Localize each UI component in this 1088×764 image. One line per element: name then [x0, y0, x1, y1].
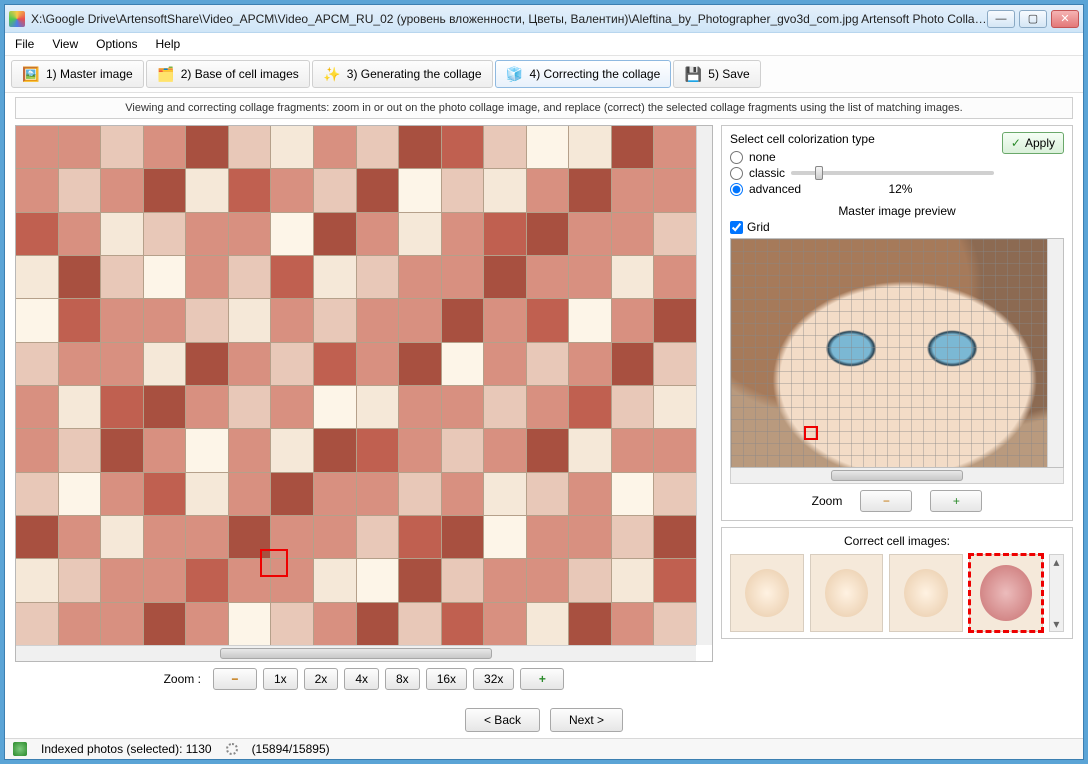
candidate-thumb-selected[interactable]	[969, 554, 1043, 632]
zoom-2x-button[interactable]: 2x	[304, 668, 339, 690]
colorization-panel: Select cell colorization type none class…	[721, 125, 1073, 521]
status-bar: Indexed photos (selected): 1130 (15894/1…	[5, 738, 1083, 759]
correct-cells-panel: Correct cell images: ▴▾	[721, 527, 1073, 639]
check-icon: ✓	[1011, 136, 1021, 150]
candidate-thumb[interactable]	[889, 554, 963, 632]
zoom-8x-button[interactable]: 8x	[385, 668, 420, 690]
next-button[interactable]: Next >	[550, 708, 623, 732]
status-indexed: Indexed photos (selected): 1130	[41, 742, 212, 756]
menubar: File View Options Help	[5, 33, 1083, 56]
zoom-out-button[interactable]: −	[213, 668, 257, 690]
workspace: Zoom : − 1x 2x 4x 8x 16x 32x + Select ce…	[5, 121, 1083, 698]
step-save[interactable]: 💾5) Save	[673, 60, 760, 88]
collage-panel: Zoom : − 1x 2x 4x 8x 16x 32x +	[15, 125, 713, 692]
zoom-in-button[interactable]: +	[520, 668, 564, 690]
minimize-button[interactable]: —	[987, 10, 1015, 28]
collage-image	[16, 126, 696, 645]
step-generate[interactable]: ✨3) Generating the collage	[312, 60, 493, 88]
zoom-1x-button[interactable]: 1x	[263, 668, 298, 690]
correct-title: Correct cell images:	[730, 534, 1064, 548]
app-window: X:\Google Drive\ArtensoftShare\Video_APC…	[4, 4, 1084, 760]
preview-zoom-in-button[interactable]: +	[930, 490, 982, 512]
preview-title: Master image preview	[730, 204, 1064, 218]
slider-thumb[interactable]	[815, 166, 823, 180]
info-bar: Viewing and correcting collage fragments…	[15, 97, 1073, 119]
preview-area: Master image preview Grid Zoom − +	[730, 204, 1064, 514]
preview-zoom-controls: Zoom − +	[730, 484, 1064, 514]
radio-none-label: none	[749, 150, 776, 164]
menu-file[interactable]: File	[15, 37, 34, 51]
step-correct[interactable]: 🧊4) Correcting the collage	[495, 60, 672, 88]
zoom-16x-button[interactable]: 16x	[426, 668, 467, 690]
radio-classic[interactable]	[730, 167, 743, 180]
menu-help[interactable]: Help	[156, 37, 181, 51]
collage-zoom-controls: Zoom : − 1x 2x 4x 8x 16x 32x +	[15, 662, 713, 692]
preview-grid-overlay	[731, 239, 1047, 467]
close-button[interactable]: ✕	[1051, 10, 1079, 28]
image-icon: 🖼️	[22, 65, 40, 83]
wizard-nav: < Back Next >	[5, 698, 1083, 738]
collage-scrollbar-horizontal[interactable]	[16, 645, 696, 661]
zoom-4x-button[interactable]: 4x	[344, 668, 379, 690]
preview-zoom-out-button[interactable]: −	[860, 490, 912, 512]
selected-cell-marker	[260, 549, 288, 577]
colorization-slider[interactable]	[791, 171, 994, 175]
preview-scrollbar-vertical[interactable]	[1047, 239, 1063, 467]
add-images-icon: 🗂️	[157, 65, 175, 83]
radio-advanced-label: advanced	[749, 182, 801, 196]
step-master-image[interactable]: 🖼️1) Master image	[11, 60, 144, 88]
grid-checkbox[interactable]	[730, 221, 743, 234]
status-icon	[13, 742, 27, 756]
maximize-button[interactable]: ▢	[1019, 10, 1047, 28]
radio-advanced[interactable]	[730, 183, 743, 196]
status-progress: (15894/15895)	[252, 742, 330, 756]
collage-viewport[interactable]	[15, 125, 713, 662]
colorization-title: Select cell colorization type	[730, 132, 994, 146]
wand-icon: ✨	[323, 65, 341, 83]
collage-scrollbar-vertical[interactable]	[696, 126, 712, 645]
save-icon: 💾	[684, 65, 702, 83]
preview-scrollbar-horizontal[interactable]	[730, 468, 1064, 484]
preview-zoom-label: Zoom	[812, 494, 843, 508]
candidate-thumb[interactable]	[810, 554, 884, 632]
candidate-thumb[interactable]	[730, 554, 804, 632]
scroll-thumb[interactable]	[220, 648, 492, 659]
zoom-label: Zoom :	[164, 672, 201, 686]
back-button[interactable]: < Back	[465, 708, 540, 732]
radio-none[interactable]	[730, 151, 743, 164]
preview-viewport[interactable]	[730, 238, 1064, 468]
candidate-thumbnails: ▴▾	[730, 554, 1064, 632]
radio-classic-label: classic	[749, 166, 785, 180]
thumbs-scrollbar[interactable]: ▴▾	[1049, 554, 1064, 632]
wizard-steps: 🖼️1) Master image 🗂️2) Base of cell imag…	[5, 56, 1083, 93]
right-column: Select cell colorization type none class…	[721, 125, 1073, 692]
colorization-percent: 12%	[807, 182, 994, 196]
app-icon	[9, 11, 25, 27]
menu-view[interactable]: View	[52, 37, 78, 51]
titlebar: X:\Google Drive\ArtensoftShare\Video_APC…	[5, 5, 1083, 33]
zoom-32x-button[interactable]: 32x	[473, 668, 514, 690]
apply-button[interactable]: ✓ Apply	[1002, 132, 1064, 154]
cube-icon: 🧊	[506, 65, 524, 83]
grid-label: Grid	[747, 220, 770, 234]
spinner-icon	[226, 743, 238, 755]
preview-selection-marker	[804, 426, 818, 440]
window-title: X:\Google Drive\ArtensoftShare\Video_APC…	[31, 12, 987, 26]
menu-options[interactable]: Options	[96, 37, 137, 51]
step-base-images[interactable]: 🗂️2) Base of cell images	[146, 60, 310, 88]
scroll-thumb[interactable]	[831, 470, 964, 481]
